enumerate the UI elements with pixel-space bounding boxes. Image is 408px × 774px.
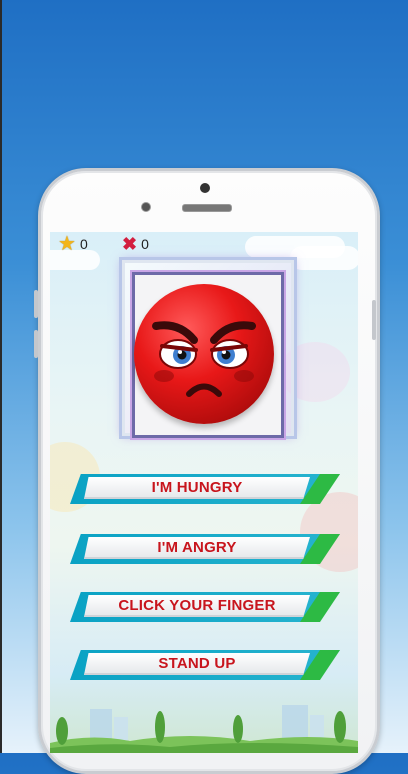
- phone-sensor: [141, 202, 151, 212]
- phone-side-button: [34, 290, 38, 318]
- ground-scenery: [50, 705, 358, 753]
- button-label: I'M HUNGRY: [151, 479, 243, 496]
- misses-count: 0: [141, 236, 149, 252]
- button-label: CLICK YOUR FINGER: [118, 597, 276, 614]
- close-icon: ✖: [122, 234, 138, 254]
- button-label: I'M ANGRY: [157, 539, 237, 556]
- stars-count: 0: [79, 236, 88, 252]
- stars-counter: ★ 0: [58, 234, 88, 254]
- star-icon: ★: [58, 233, 76, 255]
- phone-speaker: [182, 204, 232, 212]
- phone-side-button: [34, 330, 38, 358]
- angry-face-icon[interactable]: [134, 284, 274, 424]
- im-angry-button[interactable]: I'M ANGRY: [70, 534, 340, 564]
- cloud: [290, 246, 358, 270]
- click-your-finger-button[interactable]: CLICK YOUR FINGER: [70, 592, 340, 622]
- misses-counter: ✖ 0: [122, 234, 149, 254]
- button-label: STAND UP: [158, 655, 236, 672]
- window-edge: [0, 0, 2, 753]
- im-hungry-button[interactable]: I'M HUNGRY: [70, 474, 340, 504]
- game-screen: ★ 0 ✖ 0 I'M HUNGRY I'M ANGRY CLICK YOUR …: [50, 232, 358, 753]
- phone-power-button: [372, 300, 376, 340]
- phone-camera: [200, 183, 210, 193]
- stand-up-button[interactable]: STAND UP: [70, 650, 340, 680]
